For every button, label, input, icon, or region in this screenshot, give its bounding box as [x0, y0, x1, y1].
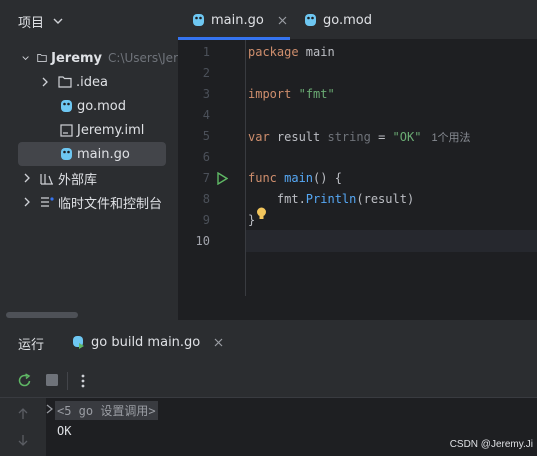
tree-item-label: 外部库: [58, 172, 98, 188]
keyword: import: [248, 87, 292, 101]
chevron-right-icon: [24, 173, 30, 183]
code-line: package main: [248, 45, 335, 59]
line-number: 9: [202, 213, 210, 227]
line-number: 6: [202, 150, 210, 164]
arrow-up-icon[interactable]: [18, 408, 28, 420]
code-line: }: [248, 213, 255, 227]
line-number: 10: [195, 234, 210, 248]
lightbulb-icon[interactable]: [256, 207, 267, 221]
line-number: 2: [202, 66, 210, 80]
gopher-file-icon: [193, 14, 204, 26]
run-tab-label: go build main.go: [91, 334, 201, 350]
operator: =: [370, 130, 393, 144]
string-literal: "fmt": [298, 87, 335, 101]
editor-empty-area: [178, 296, 537, 320]
horizontal-scrollbar[interactable]: [6, 312, 78, 318]
close-icon[interactable]: [214, 338, 223, 347]
keyword: package: [248, 45, 299, 59]
string-literal: "OK": [392, 130, 422, 144]
tab-label: go.mod: [323, 12, 372, 28]
identifier: fmt.: [248, 192, 306, 206]
tree-item-label: main.go: [77, 146, 130, 162]
tree-item-label: 临时文件和控制台: [58, 196, 163, 212]
line-number: 4: [202, 108, 210, 122]
run-side-toolbar: [0, 398, 46, 456]
rerun-icon[interactable]: [17, 373, 32, 388]
run-panel-header: 运行 go build main.go: [0, 320, 537, 364]
code-line: import "fmt": [248, 87, 335, 101]
chevron-right-icon: [24, 197, 30, 207]
library-icon: [40, 173, 53, 185]
run-panel-title: 运行: [18, 338, 45, 353]
line-number: 3: [202, 87, 210, 101]
watermark: CSDN @Jeremy.Ji: [449, 439, 533, 450]
punctuation: }: [248, 213, 256, 227]
gopher-file-icon: [305, 14, 316, 26]
folder-icon: [58, 76, 72, 88]
close-icon[interactable]: [278, 16, 287, 25]
toolbar-divider: [67, 372, 68, 390]
line-number: 8: [202, 192, 210, 206]
gopher-run-icon: [73, 336, 84, 349]
project-path: C:\Users\Jer: [108, 51, 178, 65]
tab-main-go[interactable]: main.go: [178, 0, 290, 40]
scratches-icon: [41, 197, 54, 207]
tree-item-gomod[interactable]: go.mod: [0, 94, 178, 118]
line-number: 1: [202, 45, 210, 59]
run-tab[interactable]: go build main.go: [72, 330, 223, 354]
run-toolbar: [0, 364, 537, 398]
identifier: result: [269, 130, 328, 144]
console-output: OK: [57, 424, 72, 438]
editor-tabs: main.go go.mod: [178, 0, 537, 40]
console-command: <5 go 设置调用>: [55, 401, 158, 420]
tab-label: main.go: [211, 12, 264, 28]
identifier: main: [298, 45, 335, 59]
project-panel-header[interactable]: 项目: [18, 12, 64, 31]
code-line: fmt.Println(result): [248, 192, 414, 206]
tree-item-idea[interactable]: .idea: [0, 70, 178, 94]
folder-icon: [37, 54, 47, 62]
arrow-down-icon[interactable]: [18, 434, 28, 446]
tree-item-iml[interactable]: Jeremy.iml: [0, 118, 178, 142]
tree-item-label: Jeremy: [51, 50, 103, 66]
usage-hint[interactable]: 1个用法: [431, 132, 470, 144]
keyword: func: [248, 171, 277, 185]
project-title: 项目: [18, 15, 45, 31]
function-name: main: [276, 171, 314, 185]
chevron-down-icon: [22, 56, 29, 61]
stop-icon[interactable]: [46, 374, 58, 386]
tree-item-label: go.mod: [77, 98, 126, 114]
line-number: 5: [202, 129, 210, 143]
tree-item-external-libs[interactable]: 外部库: [0, 166, 178, 190]
tab-go-mod[interactable]: go.mod: [304, 0, 394, 40]
line-number-gutter: 1 2 3 4 5 6 7 8 9 10: [178, 40, 246, 296]
code-line: func main() {: [248, 171, 342, 185]
gopher-file-icon: [61, 100, 72, 112]
tree-item-label: Jeremy.iml: [77, 122, 145, 138]
project-panel: 项目 Jeremy C:\Users\Jer .idea go.mod Jere…: [0, 0, 178, 320]
tree-item-jeremy[interactable]: Jeremy C:\Users\Jer: [0, 46, 178, 70]
code-line: var result string = "OK" 1个用法: [248, 129, 471, 145]
tree-item-scratches[interactable]: 临时文件和控制台: [0, 190, 178, 214]
fold-arrow-icon[interactable]: [46, 404, 53, 414]
keyword: var: [248, 130, 270, 144]
punctuation: () {: [313, 171, 342, 185]
line-number: 7: [202, 171, 210, 185]
punctuation: (result): [356, 192, 415, 206]
chevron-right-icon: [42, 77, 48, 87]
chevron-down-icon: [53, 18, 63, 24]
more-options-icon[interactable]: [80, 373, 86, 389]
gopher-file-icon: [61, 148, 72, 160]
tree-item-label: .idea: [76, 74, 108, 90]
function-name: Println: [305, 192, 357, 206]
module-file-icon: [60, 123, 73, 137]
type-name: string: [327, 130, 371, 144]
run-gutter-icon[interactable]: [216, 172, 228, 185]
tree-item-maingo[interactable]: main.go: [0, 142, 178, 166]
